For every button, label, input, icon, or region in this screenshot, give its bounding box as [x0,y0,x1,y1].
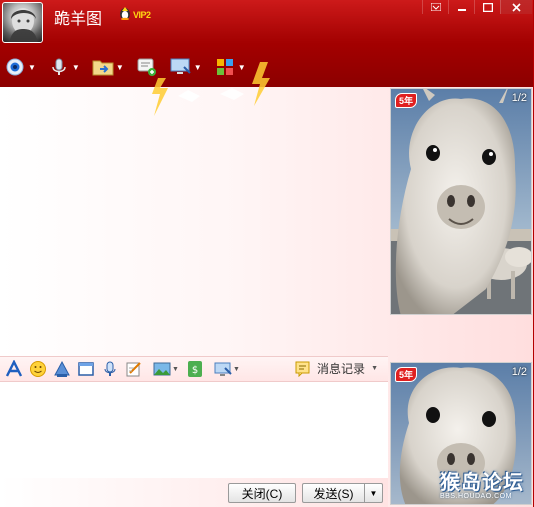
screenshot-icon [214,362,232,376]
shake-button[interactable] [52,359,72,379]
chevron-down-icon[interactable]: ▼ [28,63,36,72]
emoticon-button[interactable] [28,359,48,379]
screen-capture-icon [78,362,94,376]
penguin-icon [120,7,130,20]
message-record-icon [295,361,310,377]
emoticon-icon [30,361,46,377]
message-history-label: 消息记录 [317,362,366,376]
message-history-button[interactable]: 消息记录 ▼ [295,360,378,377]
webcam-icon [6,58,24,76]
minimize-icon [430,3,441,11]
forum-watermark: 猴岛论坛 BBS.HOUDAO.COM [440,466,532,506]
minimize-button[interactable] [422,0,448,14]
video-chat-button[interactable]: ▼ [4,56,36,78]
close-chat-button[interactable]: 关闭(C) [228,483,296,503]
send-file-button[interactable]: ▼ [92,56,124,78]
dash-icon [457,9,466,11]
red-packet-icon: $ [187,361,202,377]
font-icon [5,360,23,377]
window-controls [422,0,532,14]
svg-text:$: $ [192,365,198,376]
contact-avatar[interactable] [2,2,43,43]
vip-badge[interactable]: VIP2 [118,6,151,20]
vip-label: VIP2 [133,10,151,20]
message-input[interactable] [0,382,388,478]
contact-name[interactable]: 跪羊图 [54,5,102,29]
folder-icon [92,60,114,76]
shake-icon [54,360,70,377]
send-options-button[interactable]: ▼ [364,483,383,503]
close-icon [512,2,521,12]
chevron-down-icon[interactable]: ▼ [233,366,240,373]
microphone-icon [52,58,66,75]
screen-capture-button[interactable] [76,359,96,379]
font-button[interactable] [4,359,24,379]
contact-show-photo[interactable]: 5年 1/2 [390,88,532,315]
chevron-down-icon[interactable]: ▼ [371,365,378,372]
maximize-icon [482,2,493,12]
screenshot-button[interactable] [213,359,233,379]
scribble-icon [126,362,141,377]
years-badge: 5年 [395,93,418,108]
input-toolbar: ▼ $ ▼ 消息记录 ▼ [0,356,388,382]
years-badge: 5年 [395,367,418,382]
voice-message-button[interactable] [100,359,120,379]
page-indicator: 1/2 [511,92,527,104]
maximize-button[interactable] [474,0,500,14]
watermark-title: 猴岛论坛 [440,472,524,494]
chevron-down-icon: ▼ [369,488,378,498]
image-button[interactable] [152,359,172,379]
voice-chat-button[interactable]: ▼ [48,56,80,78]
page-indicator: 1/2 [511,366,527,378]
scribble-button[interactable] [124,359,144,379]
send-button[interactable]: 发送(S) [302,483,364,503]
chat-window: 跪羊图 VIP2 ▼ ▼ ▼ ▼ ▼ ▼ $ ▼ 消息记录 ▼ 关闭(C) 发送… [0,0,534,507]
alpaca-photo [391,89,531,314]
voice-message-icon [104,361,116,376]
collapse-button[interactable] [448,0,474,14]
red-packet-button[interactable]: $ [185,359,205,379]
message-history-area[interactable] [0,87,388,355]
chevron-down-icon[interactable]: ▼ [116,63,124,72]
close-button[interactable] [500,0,532,14]
image-icon [153,362,171,376]
chevron-down-icon[interactable]: ▼ [72,63,80,72]
chevron-down-icon[interactable]: ▼ [172,366,179,373]
